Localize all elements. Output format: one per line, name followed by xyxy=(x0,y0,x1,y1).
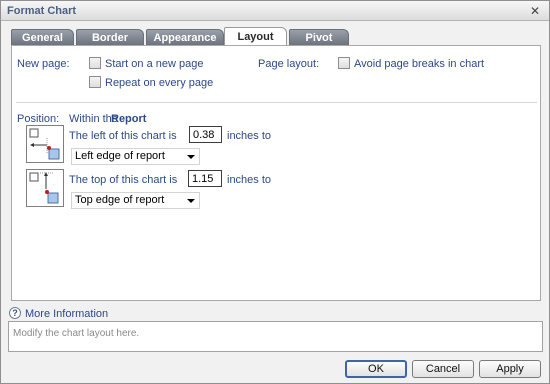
info-box: Modify the chart layout here. xyxy=(8,321,543,352)
top-position-icon xyxy=(26,169,64,207)
left-position-icon xyxy=(26,125,64,163)
title-bar[interactable]: Format Chart ✕ xyxy=(1,1,549,21)
page-layout-label: Page layout: xyxy=(258,58,320,70)
chevron-down-icon xyxy=(187,199,195,203)
ok-button[interactable]: OK xyxy=(345,360,407,378)
format-chart-dialog: Format Chart ✕ General Border Appearance… xyxy=(0,0,550,384)
avoid-page-breaks-checkbox[interactable] xyxy=(338,57,350,69)
start-new-page-checkbox[interactable] xyxy=(89,57,101,69)
left-edge-select-value: Left edge of report xyxy=(75,150,165,162)
new-page-label: New page: xyxy=(17,58,70,70)
top-suffix: inches to xyxy=(227,174,272,186)
more-information-link[interactable]: More Information xyxy=(25,308,108,320)
left-prefix: The left of this chart is xyxy=(69,130,177,142)
within-target: Report xyxy=(111,113,147,125)
tab-border[interactable]: Border xyxy=(76,29,144,45)
position-label: Position: xyxy=(17,113,60,125)
dialog-title: Format Chart xyxy=(7,5,77,17)
section-divider xyxy=(16,102,537,103)
left-offset-diagram-icon xyxy=(29,128,60,160)
layout-panel: New page: Start on a new page Repeat on … xyxy=(11,45,541,301)
tab-bar: General Border Appearance Layout Pivot xyxy=(11,27,541,46)
repeat-every-page-label[interactable]: Repeat on every page xyxy=(105,77,213,89)
chevron-down-icon xyxy=(187,155,195,159)
cancel-button[interactable]: Cancel xyxy=(412,360,474,378)
top-offset-diagram-icon xyxy=(29,172,59,204)
tab-appearance[interactable]: Appearance xyxy=(146,29,224,45)
repeat-every-page-checkbox[interactable] xyxy=(89,76,101,88)
left-suffix: inches to xyxy=(227,130,272,142)
help-icon[interactable]: ? xyxy=(9,307,21,319)
tab-pivot[interactable]: Pivot xyxy=(289,29,349,45)
top-prefix: The top of this chart is xyxy=(69,174,178,186)
start-new-page-label[interactable]: Start on a new page xyxy=(105,58,203,70)
avoid-page-breaks-label[interactable]: Avoid page breaks in chart xyxy=(354,58,484,70)
top-offset-input[interactable] xyxy=(188,170,222,187)
top-edge-select-value: Top edge of report xyxy=(75,194,165,206)
tab-layout[interactable]: Layout xyxy=(224,27,287,46)
tab-general[interactable]: General xyxy=(11,29,74,45)
close-icon[interactable]: ✕ xyxy=(528,4,542,18)
left-edge-select[interactable]: Left edge of report xyxy=(71,148,200,165)
left-offset-input[interactable] xyxy=(189,126,222,143)
info-text: Modify the chart layout here. xyxy=(13,328,140,339)
top-edge-select[interactable]: Top edge of report xyxy=(71,192,200,209)
apply-button[interactable]: Apply xyxy=(479,360,541,378)
